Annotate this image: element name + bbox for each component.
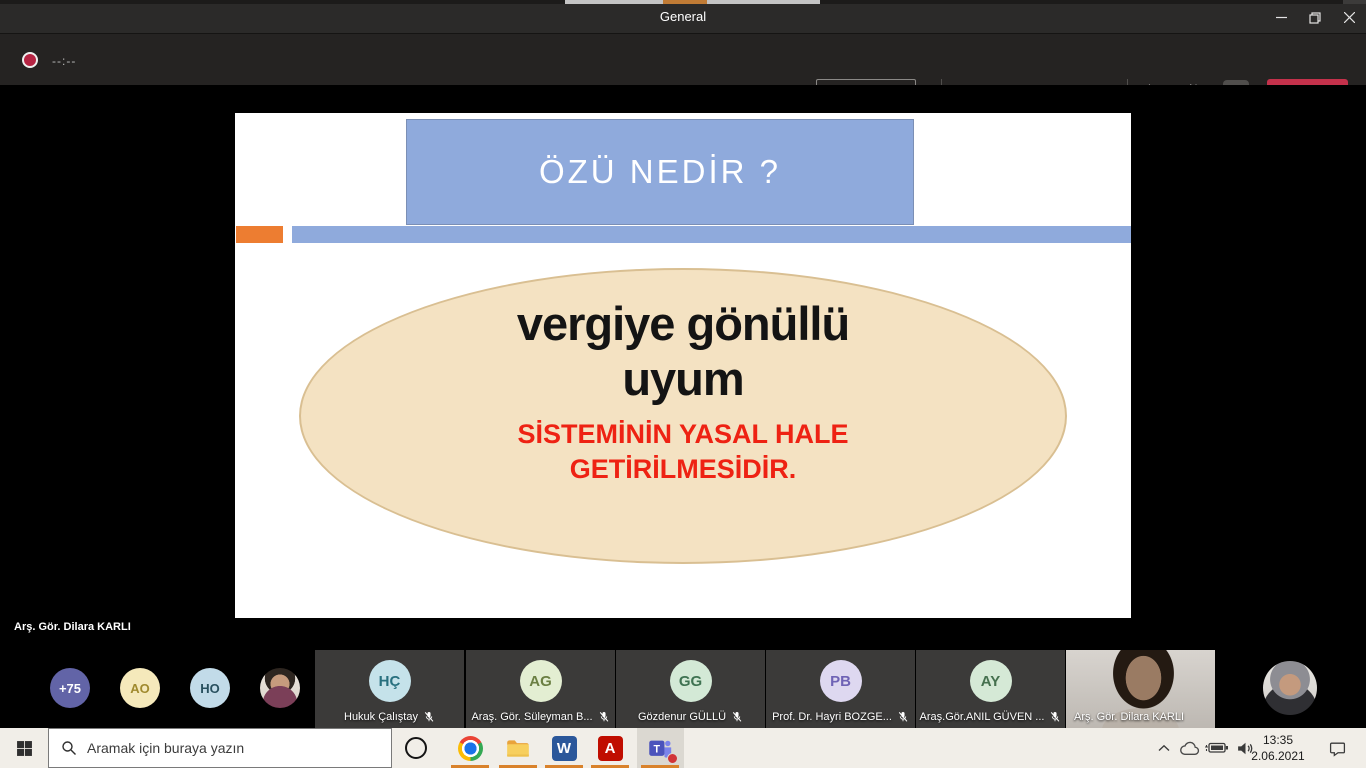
svg-text:T: T [654, 743, 661, 755]
slide-title: ÖZÜ NEDİR ? [539, 153, 781, 191]
mic-muted-icon [598, 711, 610, 723]
taskbar-acrobat-button[interactable]: A [587, 728, 633, 768]
slide-title-box: ÖZÜ NEDİR ? [406, 119, 914, 225]
mic-muted-icon [897, 711, 909, 723]
chrome-icon [458, 736, 483, 761]
minimize-icon [1276, 12, 1287, 23]
teams-meeting-window: General --:-- Denetim iste ••• [0, 0, 1366, 768]
meeting-toolbar: --:-- Denetim iste ••• Ayrıl [0, 33, 1366, 85]
participant-name: Prof. Dr. Hayri BOZGE... [772, 711, 892, 723]
window-title: General [0, 9, 1366, 24]
mic-muted-icon [731, 711, 743, 723]
tray-clock[interactable]: 13:35 2.06.2021 [1246, 732, 1310, 764]
participant-avatar[interactable]: HO [190, 668, 230, 708]
ellipse-text-line4: GETİRİLMESİDİR. [570, 452, 797, 487]
participant-tile[interactable]: AG Araş. Gör. Süleyman B... [466, 650, 615, 728]
participant-photo-avatar[interactable] [1263, 661, 1317, 715]
participant-avatar: AG [520, 660, 562, 702]
acrobat-icon: A [598, 736, 623, 761]
taskbar-file-explorer-button[interactable] [495, 728, 541, 768]
recording-indicator-icon [22, 52, 38, 68]
notification-badge [667, 753, 678, 764]
close-button[interactable] [1332, 4, 1366, 31]
participant-photo-avatar[interactable] [260, 668, 300, 708]
participant-tile[interactable]: AY Araş.Gör.ANIL GÜVEN ... [916, 650, 1065, 728]
taskbar-search[interactable] [48, 728, 392, 768]
participant-name: Hukuk Çalıştay [344, 711, 418, 723]
taskbar-teams-button[interactable]: T [637, 728, 684, 768]
background-window-edge-orange [663, 0, 707, 4]
participant-name: Araş.Gör.ANIL GÜVEN ... [920, 711, 1045, 723]
tray-onedrive-button[interactable] [1177, 728, 1201, 768]
search-icon [61, 740, 77, 756]
taskbar-chrome-button[interactable] [447, 728, 493, 768]
onedrive-icon [1179, 741, 1200, 756]
ellipse-text-line1: vergiye gönüllü [517, 296, 849, 351]
slide-accent-bar-blue [292, 226, 1131, 243]
participant-filmstrip: +75 AO HO HÇ Hukuk Çalıştay AG Araş. Gör… [0, 650, 1366, 728]
participant-name: Gözdenur GÜLLÜ [638, 711, 726, 723]
tray-show-hidden-icons-button[interactable] [1155, 728, 1173, 768]
slide-accent-bar-orange [236, 226, 283, 243]
tray-date: 2.06.2021 [1246, 748, 1310, 764]
participant-tile[interactable]: PB Prof. Dr. Hayri BOZGE... [766, 650, 915, 728]
participant-avatar: GG [670, 660, 712, 702]
participant-avatar: HÇ [369, 660, 411, 702]
presentation-stage: ÖZÜ NEDİR ? vergiye gönüllü uyum SİSTEMİ… [0, 85, 1366, 650]
shared-slide: ÖZÜ NEDİR ? vergiye gönüllü uyum SİSTEMİ… [235, 113, 1131, 618]
participant-tile[interactable]: HÇ Hukuk Çalıştay [315, 650, 464, 728]
close-icon [1344, 12, 1355, 23]
start-button[interactable] [0, 728, 48, 768]
participant-avatar: AY [970, 660, 1012, 702]
windows-taskbar: W A T 13:35 2.06.2021 [0, 728, 1366, 768]
overflow-participants-badge[interactable]: +75 [50, 668, 90, 708]
battery-icon [1204, 741, 1230, 755]
tray-battery-button[interactable] [1203, 728, 1231, 768]
ellipse-text-line2: uyum [622, 351, 743, 406]
search-input[interactable] [87, 740, 357, 756]
mic-muted-icon [1049, 711, 1061, 723]
window-titlebar: General [0, 0, 1366, 33]
taskbar-word-button[interactable]: W [541, 728, 587, 768]
chevron-up-icon [1158, 744, 1170, 752]
slide-ellipse-shape: vergiye gönüllü uyum SİSTEMİNİN YASAL HA… [299, 268, 1067, 564]
participant-avatar: PB [820, 660, 862, 702]
presenter-name-label: Arş. Gör. Dilara KARLI [14, 621, 131, 633]
meeting-timer: --:-- [52, 54, 76, 68]
ellipse-text-line3: SİSTEMİNİN YASAL HALE [517, 417, 848, 452]
cortana-button[interactable] [405, 737, 427, 759]
participant-name: Araş. Gör. Süleyman B... [471, 711, 592, 723]
restore-button[interactable] [1298, 4, 1332, 31]
mic-muted-icon [423, 711, 435, 723]
file-explorer-icon [505, 737, 531, 759]
participant-video-tile[interactable]: Arş. Gör. Dilara KARLI [1066, 650, 1215, 728]
action-center-icon [1329, 740, 1346, 757]
participant-name: Arş. Gör. Dilara KARLI [1074, 711, 1184, 723]
participant-tile[interactable]: GG Gözdenur GÜLLÜ [616, 650, 765, 728]
action-center-button[interactable] [1324, 728, 1350, 768]
windows-start-icon [16, 740, 33, 757]
participant-avatar[interactable]: AO [120, 668, 160, 708]
tray-time: 13:35 [1246, 732, 1310, 748]
minimize-button[interactable] [1264, 4, 1298, 31]
restore-icon [1309, 12, 1321, 24]
word-icon: W [552, 736, 577, 761]
